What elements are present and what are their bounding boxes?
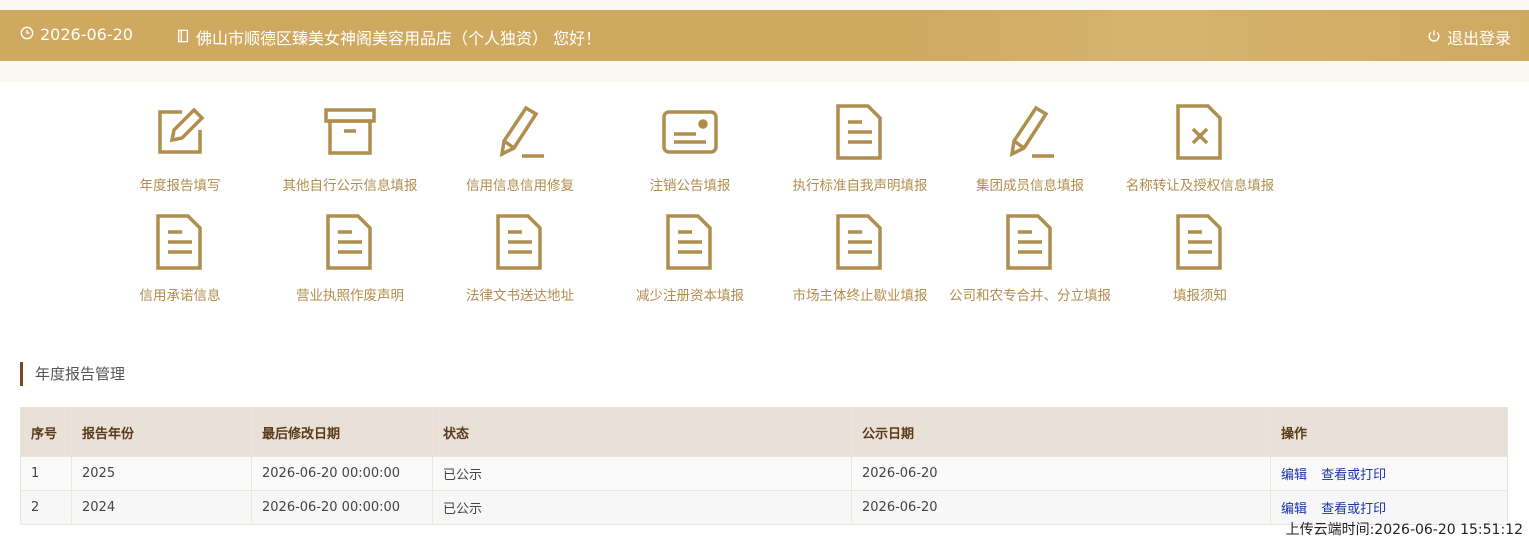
cell-no: 2: [20, 490, 72, 525]
menu-tile[interactable]: 年度报告填写: [95, 102, 265, 194]
table-header-row: 序号 报告年份 最后修改日期 状态 公示日期 操作: [20, 407, 1508, 457]
cell-status: 已公示: [432, 490, 852, 525]
archive-box-icon: [320, 102, 380, 162]
menu-tile-label: 注销公告填报: [649, 178, 731, 194]
menu-tile[interactable]: 集团成员信息填报: [945, 102, 1115, 194]
header-date: 2026-06-20: [20, 25, 133, 44]
menu-tile[interactable]: 注销公告填报: [605, 102, 775, 194]
clock-icon: [20, 25, 34, 44]
header-bar: 2026-06-20 佛山市顺德区臻美女神阁美容用品店（个人独资） 您好！ 退出…: [0, 10, 1529, 61]
document-icon: [660, 212, 720, 272]
upload-time: 上传云端时间:2026-06-20 15:51:12: [1285, 522, 1523, 538]
menu-tile-label: 营业执照作废声明: [296, 288, 404, 304]
th-status: 状态: [432, 407, 852, 457]
cell-pubdate: 2026-06-20: [851, 490, 1271, 525]
menu-tile-label: 其他自行公示信息填报: [282, 178, 418, 194]
logout-button[interactable]: 退出登录: [1427, 25, 1511, 49]
logout-label: 退出登录: [1446, 29, 1511, 48]
menu-tile[interactable]: 信用信息信用修复: [435, 102, 605, 194]
table-row: 1 2025 2026-06-20 00:00:00 已公示 2026-06-2…: [20, 456, 1508, 491]
menu-tile[interactable]: 法律文书送达地址: [435, 212, 605, 304]
menu-tile-label: 执行标准自我声明填报: [792, 178, 928, 194]
menu-tile-label: 市场主体终止歇业填报: [792, 288, 928, 304]
menu-tile[interactable]: 市场主体终止歇业填报: [775, 212, 945, 304]
menu-tile-label: 公司和农专合并、分立填报: [949, 288, 1111, 304]
document-icon: [830, 102, 890, 162]
menu-tile-label: 填报须知: [1173, 288, 1227, 304]
menu-tile[interactable]: 填报须知: [1115, 212, 1285, 304]
cell-pubdate: 2026-06-20: [851, 456, 1271, 491]
menu-tile[interactable]: 其他自行公示信息填报: [265, 102, 435, 194]
table-row: 2 2024 2026-06-20 00:00:00 已公示 2026-06-2…: [20, 490, 1508, 525]
edit-icon: [150, 102, 210, 162]
menu-tile[interactable]: 公司和农专合并、分立填报: [945, 212, 1115, 304]
th-year: 报告年份: [71, 407, 252, 457]
menu-tile-label: 信用承诺信息: [139, 288, 221, 304]
menu-tile[interactable]: 信用承诺信息: [95, 212, 265, 304]
th-pubdate: 公示日期: [851, 407, 1271, 457]
menu-tile[interactable]: 营业执照作废声明: [265, 212, 435, 304]
menu-tile-label: 减少注册资本填报: [636, 288, 744, 304]
document-x-icon: [1170, 102, 1230, 162]
cell-modified: 2026-06-20 00:00:00: [251, 456, 433, 491]
document-icon: [320, 212, 380, 272]
power-icon: [1427, 28, 1441, 47]
th-modified: 最后修改日期: [251, 407, 433, 457]
pencil-icon: [490, 102, 550, 162]
cell-modified: 2026-06-20 00:00:00: [251, 490, 433, 525]
section-title: 年度报告管理: [20, 362, 125, 386]
greeting-text: 佛山市顺德区臻美女神阁美容用品店（个人独资） 您好！: [196, 29, 602, 48]
menu-tile-label: 集团成员信息填报: [976, 178, 1084, 194]
document-icon: [830, 212, 890, 272]
th-no: 序号: [20, 407, 72, 457]
menu-tile-label: 年度报告填写: [139, 178, 221, 194]
cell-year: 2024: [71, 490, 252, 525]
annual-report-table: 序号 报告年份 最后修改日期 状态 公示日期 操作 1 2025 2026-06…: [20, 407, 1508, 525]
cell-year: 2025: [71, 456, 252, 491]
menu-tile[interactable]: 名称转让及授权信息填报: [1115, 102, 1285, 194]
header-greeting: 佛山市顺德区臻美女神阁美容用品店（个人独资） 您好！: [176, 25, 601, 49]
building-icon: [176, 28, 190, 47]
menu-tile-label: 信用信息信用修复: [466, 178, 574, 194]
edit-link[interactable]: 编辑: [1281, 502, 1307, 517]
document-icon: [1000, 212, 1060, 272]
id-card-icon: [660, 102, 720, 162]
document-icon: [1170, 212, 1230, 272]
pencil-icon: [1000, 102, 1060, 162]
th-actions: 操作: [1270, 407, 1508, 457]
menu-tile-label: 名称转让及授权信息填报: [1125, 178, 1275, 194]
menu-tile[interactable]: 减少注册资本填报: [605, 212, 775, 304]
main-card: 年度报告填写 其他自行公示信息填报 信用信息信用修复 注销公告填报 执行标准自我声明填报…: [0, 82, 1529, 544]
view-print-link[interactable]: 查看或打印: [1321, 502, 1386, 517]
top-strip: [0, 0, 1529, 10]
date-text: 2026-06-20: [40, 25, 133, 44]
document-icon: [490, 212, 550, 272]
document-icon: [150, 212, 210, 272]
menu-tile[interactable]: 执行标准自我声明填报: [775, 102, 945, 194]
cell-status: 已公示: [432, 456, 852, 491]
menu-tile-label: 法律文书送达地址: [466, 288, 574, 304]
view-print-link[interactable]: 查看或打印: [1321, 468, 1386, 483]
cell-no: 1: [20, 456, 72, 491]
cell-actions: 编辑 查看或打印: [1270, 456, 1508, 491]
edit-link[interactable]: 编辑: [1281, 468, 1307, 483]
